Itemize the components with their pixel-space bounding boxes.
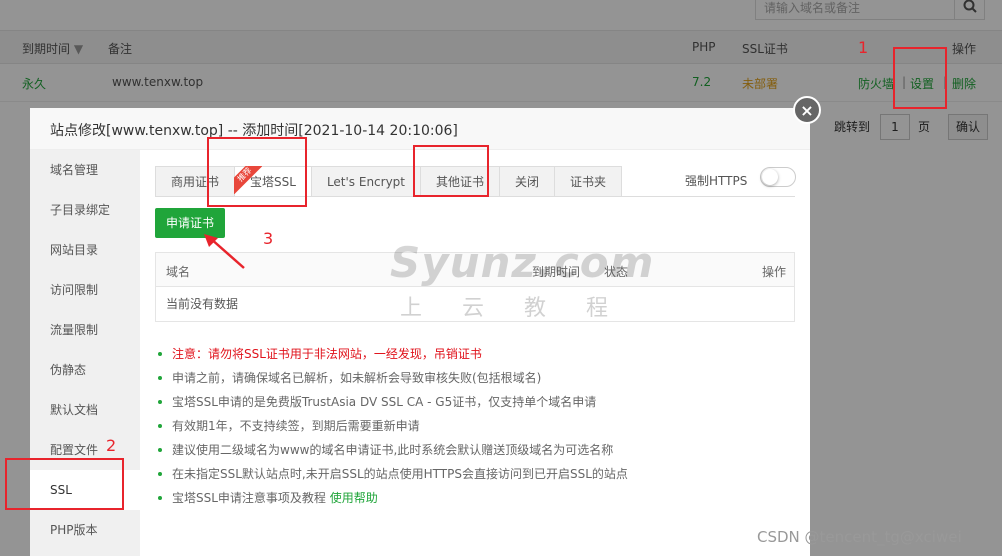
tab-close[interactable]: 关闭 — [499, 166, 555, 197]
modal-title: 站点修改[www.tenxw.top] -- 添加时间[2021-10-14 2… — [30, 108, 810, 150]
sidebar-item-domain[interactable]: 域名管理 — [30, 150, 140, 190]
col-domain: 域名 — [166, 265, 191, 279]
force-https-label: 强制HTTPS — [685, 174, 748, 188]
annotation-box-ssl — [5, 458, 124, 510]
watermark-text: Syunz.com — [390, 238, 655, 287]
force-https-toggle[interactable] — [760, 167, 796, 187]
annotation-box-settings — [893, 47, 947, 109]
ssl-panel: 商用证书 推荐 宝塔SSL Let's Encrypt 其他证书 关闭 证书夹 … — [140, 150, 810, 556]
list-item: 注意：请勿将SSL证书用于非法网站，一经发现，吊销证书 — [158, 342, 798, 366]
list-item: 有效期1年，不支持续签，到期后需要重新申请 — [158, 414, 798, 438]
sidebar-item-default-doc[interactable]: 默认文档 — [30, 390, 140, 430]
col-ops: 操作 — [762, 265, 787, 279]
sidebar-item-traffic-limit[interactable]: 流量限制 — [30, 310, 140, 350]
sidebar-item-site-dir[interactable]: 网站目录 — [30, 230, 140, 270]
close-icon[interactable]: × — [793, 96, 821, 124]
tab-cert-folder[interactable]: 证书夹 — [554, 166, 623, 197]
annotation-number: 1 — [858, 38, 869, 57]
annotation-number: 2 — [106, 436, 117, 455]
sidebar-item-subdir[interactable]: 子目录绑定 — [30, 190, 140, 230]
list-item: 建议使用二级域名为www的域名申请证书,此时系统会默认赠送顶级域名为可选名称 — [158, 438, 798, 462]
annotation-number: 3 — [263, 229, 274, 248]
sidebar-item-php[interactable]: PHP版本 — [30, 510, 140, 550]
annotation-box-other-cert — [413, 145, 489, 197]
list-item: 申请之前，请确保域名已解析，如未解析会导致审核失败(包括根域名) — [158, 366, 798, 390]
csdn-credit: CSDN @tencent_tg@xciwei — [757, 528, 962, 546]
watermark-cn: 上云教程 — [400, 296, 649, 321]
list-item: 宝塔SSL申请的是免费版TrustAsia DV SSL CA - G5证书，仅… — [158, 390, 798, 414]
tab-lets-encrypt[interactable]: Let's Encrypt — [310, 166, 421, 197]
list-item: 宝塔SSL申请注意事项及教程 使用帮助 — [158, 486, 798, 510]
list-item: 在未指定SSL默认站点时,未开启SSL的站点使用HTTPS会直接访问到已开启SS… — [158, 462, 798, 486]
annotation-box-bt-ssl — [207, 137, 307, 207]
arrow-icon — [204, 234, 245, 269]
help-link[interactable]: 使用帮助 — [330, 491, 378, 505]
tips-list: 注意：请勿将SSL证书用于非法网站，一经发现，吊销证书 申请之前，请确保域名已解… — [158, 342, 798, 510]
sidebar-item-access-limit[interactable]: 访问限制 — [30, 270, 140, 310]
sidebar-item-rewrite[interactable]: 伪静态 — [30, 350, 140, 390]
